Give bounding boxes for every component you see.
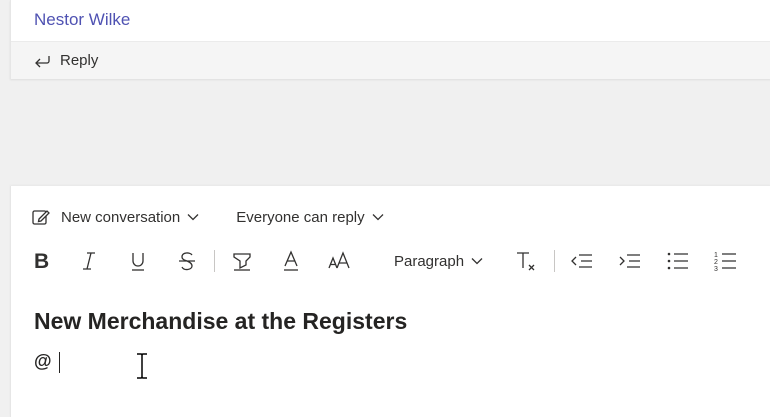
highlight-button[interactable] (230, 249, 254, 273)
svg-text:1: 1 (714, 252, 718, 259)
previous-message-card: Nestor Wilke Reply (10, 0, 770, 79)
svg-text:2: 2 (714, 259, 718, 266)
underline-button[interactable] (126, 249, 150, 273)
italic-button[interactable] (77, 249, 101, 273)
clear-formatting-button[interactable] (514, 249, 538, 273)
underline-icon (132, 253, 144, 271)
italic-icon (83, 252, 95, 270)
paragraph-style-dropdown[interactable]: Paragraph (394, 253, 484, 270)
reply-permission-label: Everyone can reply (236, 208, 365, 226)
sender-name[interactable]: Nestor Wilke (34, 10, 130, 30)
strikethrough-icon (179, 252, 195, 271)
paragraph-style-label: Paragraph (394, 252, 465, 270)
toolbar-divider (214, 250, 215, 272)
bold-button[interactable]: B (29, 249, 53, 273)
message-body-input[interactable]: @ (34, 351, 52, 372)
reply-permission-dropdown[interactable]: Everyone can reply (236, 209, 384, 226)
chevron-down-icon (187, 214, 199, 221)
toolbar-divider (554, 250, 556, 272)
compose-edit-icon (32, 210, 50, 225)
subject-input[interactable]: New Merchandise at the Registers (34, 308, 407, 335)
strikethrough-button[interactable] (175, 249, 199, 273)
post-type-label: New conversation (61, 208, 181, 226)
clear-formatting-icon (517, 252, 535, 271)
font-color-button[interactable] (279, 249, 303, 273)
highlighter-icon (233, 253, 251, 271)
increase-indent-icon (619, 254, 641, 268)
post-options-row: New conversation Everyone can reply (31, 206, 385, 228)
post-type-dropdown[interactable]: New conversation (31, 207, 200, 227)
font-color-icon (284, 250, 298, 271)
chevron-down-icon (471, 258, 483, 265)
reply-label: Reply (60, 52, 99, 69)
compose-box: New conversation Everyone can reply B Pa… (10, 186, 770, 417)
font-size-button[interactable] (328, 249, 352, 273)
svg-text:3: 3 (714, 266, 718, 272)
font-size-icon (328, 251, 350, 269)
numbered-list-icon: 1 2 3 (714, 252, 737, 272)
decrease-indent-icon (571, 254, 593, 268)
reply-arrow-icon (35, 55, 50, 67)
svg-text:B: B (34, 250, 49, 272)
increase-indent-button[interactable] (618, 249, 642, 273)
bulleted-list-button[interactable] (666, 249, 690, 273)
ibeam-cursor-icon (137, 353, 147, 379)
numbered-list-button[interactable]: 1 2 3 (714, 249, 738, 273)
formatting-toolbar: B Paragraph 1 2 3 (27, 246, 770, 276)
reply-button[interactable]: Reply (11, 42, 770, 79)
decrease-indent-button[interactable] (570, 249, 594, 273)
bold-icon: B (34, 250, 49, 272)
chevron-down-icon (372, 214, 384, 221)
bulleted-list-icon (667, 252, 689, 270)
text-caret (59, 352, 60, 373)
